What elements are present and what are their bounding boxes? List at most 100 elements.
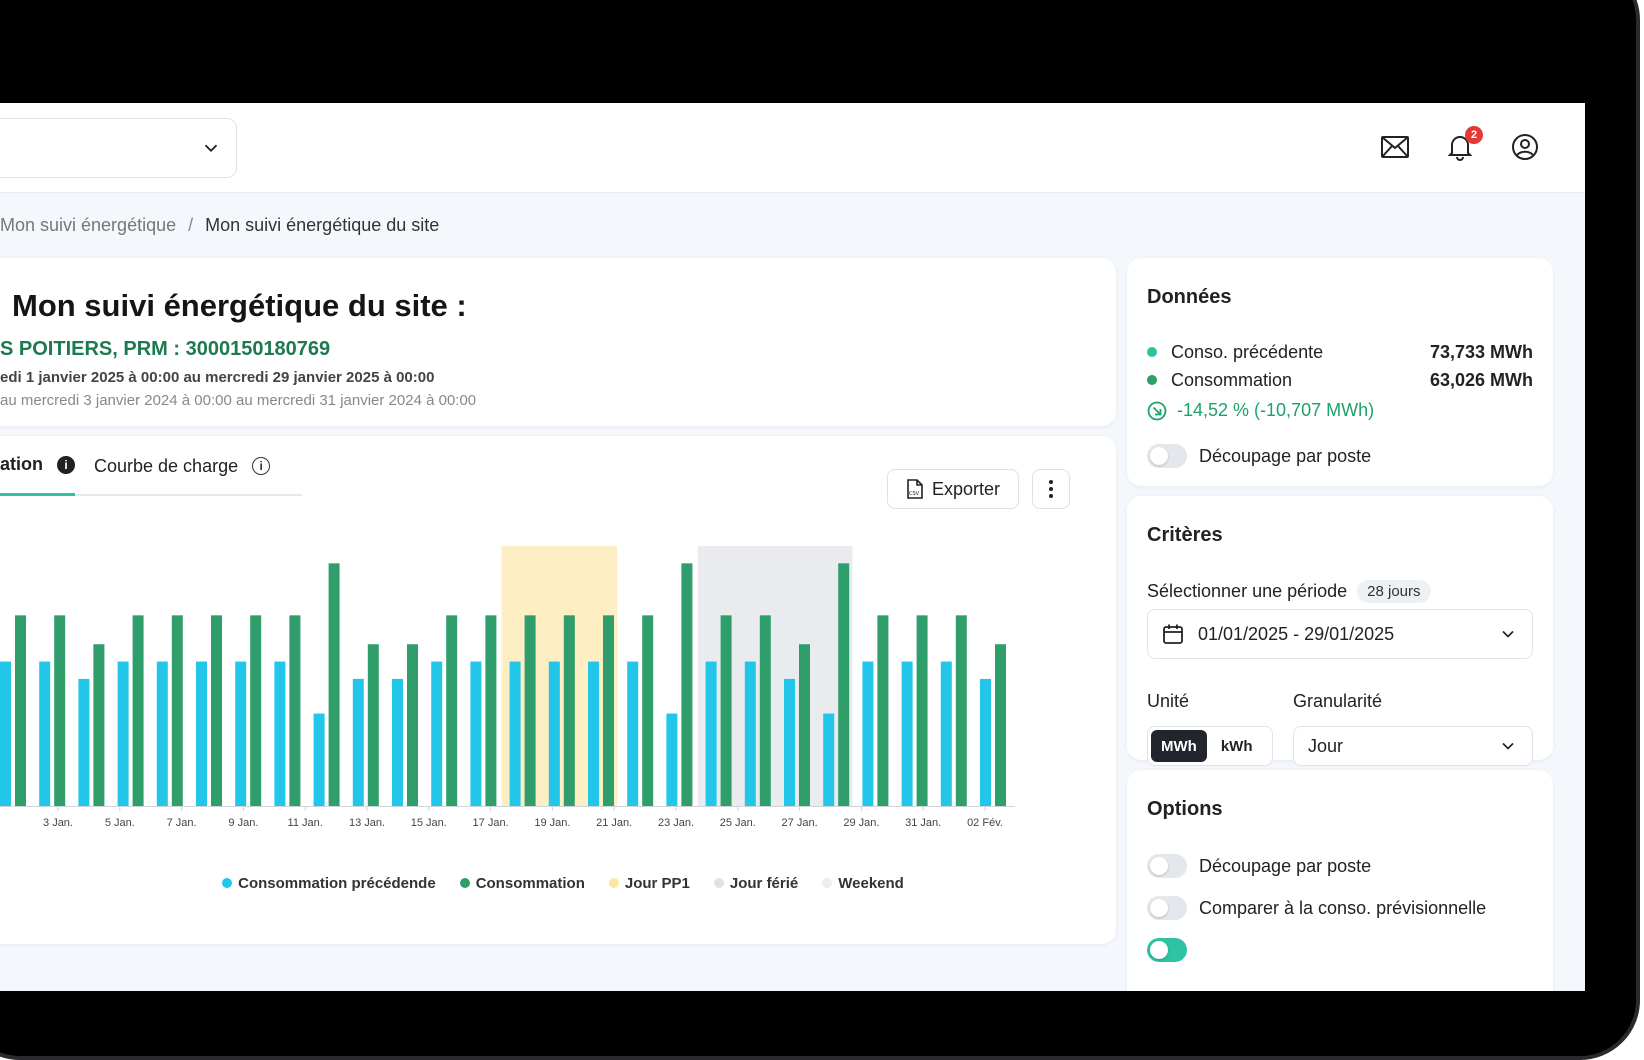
bar-previous bbox=[156, 661, 168, 806]
legend-swatch bbox=[713, 878, 724, 888]
data-row-label: Consommation bbox=[1171, 369, 1293, 390]
x-tick-label: 3 Jan. bbox=[43, 817, 73, 829]
bar-previous bbox=[509, 661, 521, 806]
bar-current bbox=[603, 615, 614, 806]
options-split-toggle-row: Découpage par poste bbox=[1147, 854, 1371, 878]
legend-item-weekend[interactable]: Weekend bbox=[822, 868, 904, 898]
x-tick-label: 21 Jan. bbox=[596, 817, 632, 829]
bar-current bbox=[446, 615, 458, 806]
consumption-bar-chart: 3 Jan. 5 Jan. 7 Jan. 9 Jan. 11 Jan. 13 Jan. 15… bbox=[0, 546, 1015, 829]
bar-current bbox=[250, 615, 262, 806]
bar-current bbox=[132, 615, 144, 806]
options-third-toggle-row bbox=[1147, 938, 1187, 962]
chart-legend: Consommation précédende Consommation Jou… bbox=[0, 868, 1116, 898]
legend-item-previous[interactable]: Consommation précédende bbox=[222, 868, 436, 898]
x-tick-label: 31 Jan. bbox=[905, 817, 941, 829]
bar-previous bbox=[78, 678, 90, 806]
bar-previous bbox=[940, 661, 952, 806]
bar-previous bbox=[431, 661, 443, 806]
granularity-select[interactable]: Jour bbox=[1293, 726, 1533, 766]
bar-current bbox=[877, 615, 889, 806]
legend-item-holiday[interactable]: Jour férié bbox=[713, 868, 798, 898]
top-bar: 2 bbox=[0, 103, 1585, 193]
mail-button[interactable] bbox=[1378, 130, 1412, 164]
period-date-range-picker[interactable]: 01/01/2025 - 29/01/2025 bbox=[1147, 609, 1533, 659]
granularity-value: Jour bbox=[1308, 735, 1344, 756]
breadcrumb: Mon suivi énergétique / Mon suivi énergéti… bbox=[0, 215, 439, 236]
account-button[interactable] bbox=[1508, 130, 1542, 164]
bar-current bbox=[995, 644, 1006, 806]
x-tick-label: 27 Jan. bbox=[782, 817, 818, 829]
device-frame: 2 Mon suivi énergétique / Mon suivi énergé… bbox=[0, 0, 1644, 1060]
options-split-by-post-toggle[interactable] bbox=[1147, 854, 1187, 878]
split-by-post-toggle[interactable] bbox=[1147, 444, 1187, 468]
site-selector[interactable] bbox=[0, 118, 237, 178]
data-row-value: 73,733 MWh bbox=[1429, 341, 1533, 362]
bar-previous bbox=[862, 661, 874, 806]
legend-item-current[interactable]: Consommation bbox=[459, 868, 585, 898]
bar-previous bbox=[784, 678, 795, 806]
unit-option-kwh[interactable]: kWh bbox=[1211, 730, 1263, 762]
consumption-delta: -14,52 % (-10,707 MWh) bbox=[1147, 400, 1374, 421]
unit-option-mwh[interactable]: MWh bbox=[1151, 730, 1207, 762]
bar-previous bbox=[627, 661, 639, 806]
granularity-label: Granularité bbox=[1293, 691, 1383, 711]
toggle-label: Comparer à la conso. prévisionnelle bbox=[1199, 897, 1487, 918]
bar-previous bbox=[39, 661, 51, 806]
options-title: Options bbox=[1147, 798, 1223, 820]
bar-previous bbox=[588, 661, 599, 806]
chevron-down-icon bbox=[1502, 630, 1514, 638]
donnees-card: Données Conso. précédente 73,733 MWh Con… bbox=[1127, 258, 1553, 486]
x-tick-label: 02 Fév. bbox=[967, 817, 1003, 829]
bar-previous bbox=[548, 661, 560, 806]
bar-current bbox=[681, 563, 693, 806]
page-title: Mon suivi énergétique du site : bbox=[12, 288, 467, 323]
x-tick-label: 9 Jan. bbox=[228, 817, 258, 829]
bar-current bbox=[93, 644, 105, 806]
options-third-toggle[interactable] bbox=[1147, 938, 1187, 962]
chevron-down-icon bbox=[1502, 742, 1514, 750]
x-tick-label: 17 Jan. bbox=[473, 817, 509, 829]
bar-current bbox=[367, 644, 379, 806]
breadcrumb-separator: / bbox=[188, 215, 194, 235]
breadcrumb-parent-link[interactable]: Mon suivi énergétique bbox=[0, 215, 176, 235]
bar-current bbox=[916, 615, 928, 806]
criteres-card: Critères Sélectionner une période 28 jou… bbox=[1127, 496, 1553, 766]
options-forecast-toggle-row: Comparer à la conso. prévisionnelle bbox=[1147, 896, 1486, 920]
bar-previous bbox=[392, 678, 403, 806]
trend-down-icon bbox=[1147, 401, 1167, 420]
site-identifier: S POITIERS, PRM : 3000150180769 bbox=[0, 338, 331, 360]
toggle-label: Découpage par poste bbox=[1199, 855, 1372, 876]
legend-label: Consommation bbox=[475, 874, 585, 892]
delta-text: -14,52 % (-10,707 MWh) bbox=[1177, 400, 1375, 420]
bar-previous bbox=[705, 661, 717, 806]
period-label: Sélectionner une période bbox=[1147, 581, 1348, 601]
x-tick-label: 23 Jan. bbox=[658, 817, 694, 829]
notifications-button[interactable]: 2 bbox=[1443, 126, 1483, 164]
legend-label: Jour PP1 bbox=[624, 874, 690, 892]
bar-previous bbox=[196, 661, 207, 806]
bar-current bbox=[54, 615, 66, 806]
bar-previous bbox=[980, 678, 991, 806]
current-period-text: edi 1 janvier 2025 à 00:00 au mercredi 2… bbox=[0, 369, 435, 386]
x-tick-label: 29 Jan. bbox=[843, 817, 879, 829]
compare-forecast-toggle[interactable] bbox=[1147, 896, 1187, 920]
x-tick-label: 25 Jan. bbox=[720, 817, 756, 829]
notification-badge: 2 bbox=[1465, 126, 1483, 144]
period-days-badge: 28 jours bbox=[1357, 580, 1431, 603]
bar-current bbox=[524, 615, 536, 806]
bar-current bbox=[171, 615, 183, 806]
legend-swatch bbox=[822, 878, 833, 888]
bar-current bbox=[720, 615, 732, 806]
donnees-split-toggle-row: Découpage par poste bbox=[1147, 444, 1371, 468]
site-title-card: Mon suivi énergétique du site : S POITIE… bbox=[0, 258, 1116, 426]
series-dot bbox=[1147, 375, 1157, 385]
unit-segmented-control: MWh kWh bbox=[1147, 726, 1273, 766]
bar-previous bbox=[470, 661, 482, 806]
calendar-icon bbox=[1163, 624, 1183, 644]
user-circle-icon bbox=[1512, 134, 1538, 160]
legend-item-pp1[interactable]: Jour PP1 bbox=[608, 868, 690, 898]
x-tick-label: 5 Jan. bbox=[105, 817, 135, 829]
data-row-label: Conso. précédente bbox=[1171, 341, 1324, 362]
x-tick-label: 19 Jan. bbox=[534, 817, 570, 829]
